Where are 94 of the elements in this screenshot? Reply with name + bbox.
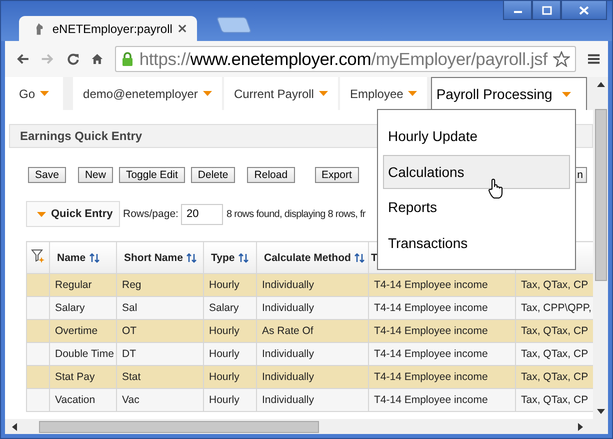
column-header[interactable]: Name bbox=[50, 242, 116, 274]
scroll-up-icon[interactable] bbox=[596, 82, 604, 87]
menu-item[interactable]: Reports bbox=[383, 190, 570, 224]
table-cell: Individually bbox=[256, 388, 368, 412]
table-cell: Regular bbox=[50, 274, 116, 296]
star-icon[interactable] bbox=[553, 51, 570, 67]
nav-menu-item[interactable]: Payroll Processing bbox=[431, 77, 588, 110]
rows-per-page-label: Rows/page: bbox=[123, 208, 178, 220]
table-cell: T4-14 Employee income bbox=[368, 296, 516, 320]
scroll-down-icon[interactable] bbox=[596, 409, 604, 414]
menu-item[interactable]: Hourly Update bbox=[383, 119, 570, 154]
table-cell: Reg bbox=[116, 274, 204, 296]
nav-menu-item[interactable]: Go bbox=[9, 77, 64, 110]
new-tab-button[interactable] bbox=[216, 17, 252, 33]
reload-icon[interactable] bbox=[66, 52, 79, 66]
sort-icon[interactable] bbox=[88, 252, 100, 262]
menu-item[interactable]: Transactions bbox=[383, 226, 570, 260]
filter-icon[interactable] bbox=[31, 248, 45, 264]
table-cell: Vac bbox=[116, 388, 204, 412]
table-cell: Double Time bbox=[50, 342, 116, 366]
minimize-button[interactable] bbox=[503, 1, 532, 20]
column-header[interactable]: Short Name bbox=[116, 242, 204, 274]
table-cell: Salary bbox=[50, 296, 116, 320]
maximize-button[interactable] bbox=[532, 1, 561, 20]
table-cell: Stat Pay bbox=[50, 366, 116, 388]
toolbar-button[interactable]: Toggle Edit bbox=[118, 167, 185, 183]
table-cell: Tax, QTax, CP bbox=[516, 274, 593, 296]
scroll-right-icon[interactable] bbox=[578, 422, 583, 430]
toolbar-button[interactable]: Export bbox=[314, 167, 359, 183]
nav-menu-item[interactable]: demo@enetemployer bbox=[73, 77, 222, 110]
caret-icon bbox=[40, 91, 50, 96]
table-cell: T4-14 Employee income bbox=[368, 388, 516, 412]
toolbar-button[interactable]: New bbox=[78, 167, 113, 183]
table-cell: T4-14 Employee income bbox=[368, 274, 516, 296]
caret-icon bbox=[318, 91, 328, 96]
toolbar-button[interactable]: Save bbox=[28, 167, 66, 183]
url-field[interactable]: https://www.enetemployer.com/myEmployer/payroll.jsf bbox=[115, 46, 576, 72]
toolbar-button[interactable]: Delete bbox=[190, 167, 236, 183]
close-button[interactable] bbox=[561, 1, 607, 20]
table-cell: Tax, QTax, CP bbox=[516, 320, 593, 342]
menu-item[interactable]: Calculations bbox=[383, 154, 570, 189]
tab-title: eNETEmployer:payroll bbox=[52, 22, 172, 36]
close-icon bbox=[579, 6, 589, 14]
table-cell: Hourly bbox=[204, 388, 256, 412]
rows-status-text: 8 rows found, displaying 8 rows, fr bbox=[226, 208, 366, 220]
table-cell: T4-14 Employee income bbox=[368, 342, 516, 366]
table-cell: Tax, QTax, CP bbox=[516, 342, 593, 366]
table-cell: Tax, CPP\QPP, bbox=[516, 296, 593, 320]
table-cell: Vacation bbox=[50, 388, 116, 412]
caret-icon bbox=[408, 91, 418, 96]
table-cell: Hourly bbox=[204, 366, 256, 388]
table-cell: Hourly bbox=[204, 342, 256, 366]
table-cell: Overtime bbox=[50, 320, 116, 342]
quick-entry-button[interactable]: Quick Entry bbox=[26, 201, 120, 227]
table-cell: Salary bbox=[204, 296, 256, 320]
sort-icon[interactable] bbox=[238, 252, 249, 262]
lock-icon bbox=[122, 52, 134, 66]
table-cell: Individually bbox=[256, 366, 368, 388]
menu-icon[interactable] bbox=[588, 53, 600, 65]
column-header[interactable]: Type bbox=[204, 242, 256, 274]
sort-icon[interactable] bbox=[354, 252, 365, 262]
panel-title: Earnings Quick Entry bbox=[20, 129, 142, 143]
table-cell: Hourly bbox=[204, 320, 256, 342]
table-cell: Tax, QTax, CP bbox=[516, 366, 593, 388]
table-cell: Individually bbox=[256, 296, 368, 320]
vertical-scrollbar[interactable] bbox=[593, 77, 608, 419]
table-cell: Stat bbox=[116, 366, 204, 388]
toolbar-button[interactable]: Reload bbox=[247, 167, 295, 183]
table-cell: T4-14 Employee income bbox=[368, 320, 516, 342]
browser-tab[interactable]: eNETEmployer:payroll bbox=[19, 16, 197, 41]
table-cell: Sal bbox=[116, 296, 204, 320]
table-cell: Individually bbox=[256, 342, 368, 366]
column-header[interactable]: Calculate Method bbox=[256, 242, 368, 274]
table-cell: Individually bbox=[256, 274, 368, 296]
hand-cursor-icon bbox=[488, 178, 504, 199]
rows-per-page-field[interactable]: 20 bbox=[181, 204, 224, 224]
scroll-left-icon[interactable] bbox=[12, 422, 17, 430]
table-cell: Hourly bbox=[204, 274, 256, 296]
back-icon[interactable] bbox=[16, 52, 30, 66]
sort-icon[interactable] bbox=[186, 252, 197, 262]
table-cell: DT bbox=[116, 342, 204, 366]
home-icon[interactable] bbox=[90, 52, 104, 66]
maximize-icon bbox=[542, 6, 552, 14]
caret-icon bbox=[562, 92, 572, 96]
nav-menu-item[interactable]: Current Payroll bbox=[224, 77, 338, 110]
caret-icon bbox=[202, 91, 212, 96]
table-cell: Tax, QTax, CP bbox=[516, 388, 593, 412]
table-cell: OT bbox=[116, 320, 204, 342]
horizontal-scrollbar[interactable] bbox=[5, 419, 608, 434]
table-cell: T4-14 Employee income bbox=[368, 366, 516, 388]
caret-icon bbox=[37, 212, 46, 216]
table-cell: As Rate Of bbox=[256, 320, 368, 342]
close-icon[interactable] bbox=[178, 24, 187, 33]
nav-menu-item[interactable]: Employee bbox=[340, 77, 428, 110]
